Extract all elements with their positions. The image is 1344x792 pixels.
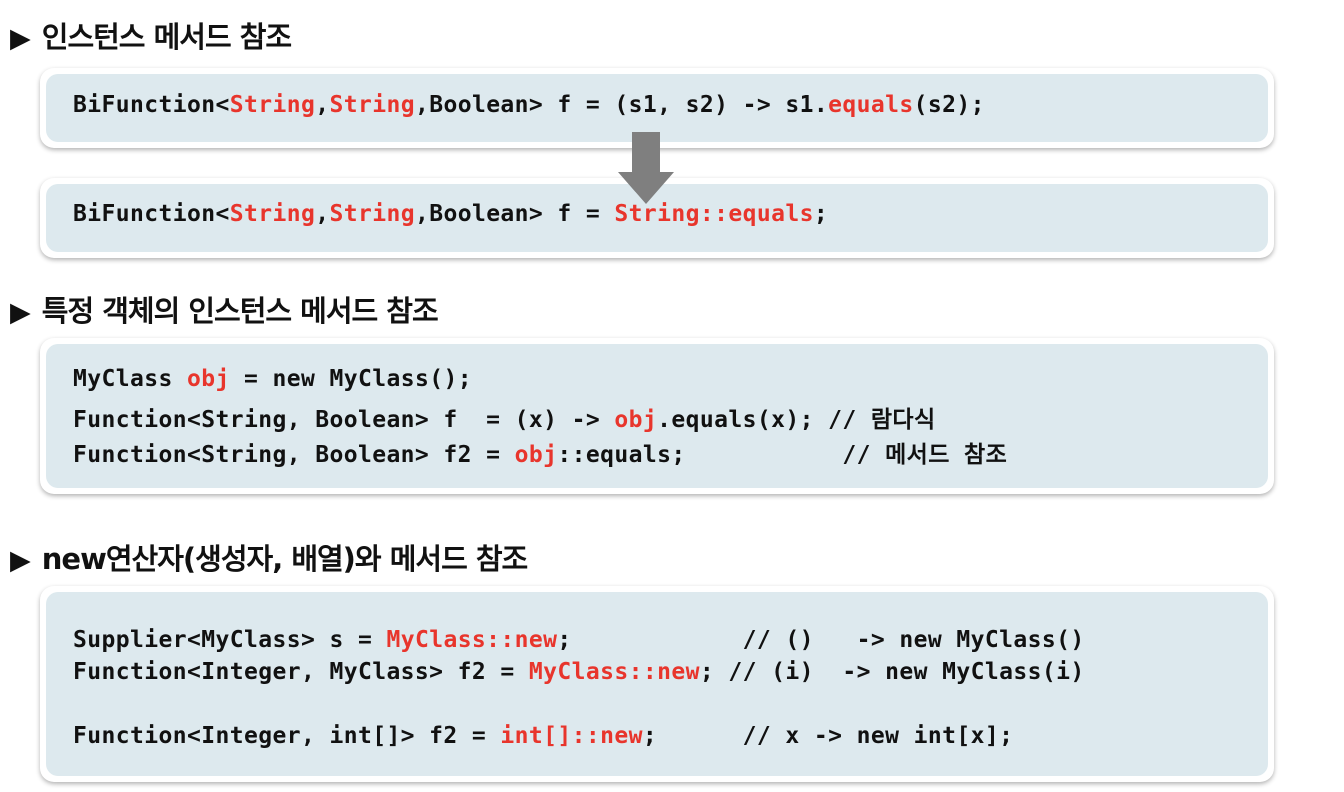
code-highlight: String [229, 201, 316, 227]
code-highlight: MyClass::new [528, 659, 700, 685]
code-text: , [315, 201, 330, 227]
code-comment: // x -> new int[x]; [742, 723, 1014, 749]
code-text: ,Boolean> f = (s1, s2) -> s1. [414, 92, 829, 118]
code-line-supplier: Supplier<MyClass> s = MyClass::new; // (… [73, 627, 1085, 653]
triangle-bullet-icon: ▶ [10, 297, 31, 328]
code-text: BiFunction< [73, 92, 230, 118]
code-line-function-new: Function<Integer, MyClass> f2 = MyClass:… [73, 659, 1085, 685]
code-text: .equals(x); [657, 407, 829, 433]
code-line-array-new: Function<Integer, int[]> f2 = int[]::new… [73, 723, 1013, 749]
section-title: new연산자(생성자, 배열)와 메서드 참조 [41, 542, 528, 576]
code-line-obj-decl: MyClass obj = new MyClass(); [73, 366, 472, 392]
code-text: Function<Integer, int[]> f2 = [73, 723, 501, 749]
code-text: ; [557, 627, 743, 653]
code-text: ; [642, 723, 743, 749]
code-line-lambda: BiFunction<String,String,Boolean> f = (s… [73, 92, 985, 118]
section-heading-2: ▶ 특정 객체의 인스턴스 메서드 참조 [10, 288, 439, 330]
code-highlight: String [329, 92, 415, 118]
code-highlight: String::equals [614, 201, 814, 227]
code-highlight: MyClass::new [386, 627, 558, 653]
code-text: Supplier<MyClass> s = [73, 627, 387, 653]
code-highlight: obj [186, 366, 230, 392]
code-comment: // 메서드 참조 [842, 442, 1008, 468]
section-title: 특정 객체의 인스턴스 메서드 참조 [41, 294, 439, 328]
triangle-bullet-icon: ▶ [10, 23, 31, 54]
code-text: ::equals; [557, 442, 843, 468]
triangle-bullet-icon: ▶ [10, 545, 31, 576]
code-text: (s2); [913, 92, 985, 118]
code-comment: // 람다식 [828, 407, 936, 433]
section-heading-1: ▶ 인스턴스 메서드 참조 [10, 14, 292, 56]
code-text: , [315, 92, 330, 118]
code-line-method-ref: BiFunction<String,String,Boolean> f = St… [73, 201, 828, 227]
code-text: ; [699, 659, 729, 685]
code-comment: // () -> new MyClass() [742, 627, 1085, 653]
code-comment: // (i) -> new MyClass(i) [728, 659, 1085, 685]
section-heading-3: ▶ new연산자(생성자, 배열)와 메서드 참조 [10, 536, 528, 578]
code-text: BiFunction< [73, 201, 230, 227]
code-text: Function<String, Boolean> f = (x) -> [73, 407, 615, 433]
code-highlight: equals [828, 92, 914, 118]
code-highlight: String [329, 201, 415, 227]
code-text: Function<Integer, MyClass> f2 = [73, 659, 529, 685]
code-text: ; [813, 201, 829, 227]
code-highlight: String [229, 92, 316, 118]
code-highlight: obj [514, 442, 558, 468]
code-text: ,Boolean> f = [414, 201, 615, 227]
code-line-obj-lambda: Function<String, Boolean> f = (x) -> obj… [73, 400, 936, 434]
code-text: MyClass [73, 366, 187, 392]
code-text: Function<String, Boolean> f2 = [73, 442, 515, 468]
code-highlight: obj [614, 407, 658, 433]
down-arrow-icon [618, 132, 674, 204]
code-highlight: int[]::new [500, 723, 643, 749]
code-text: = new MyClass(); [229, 366, 472, 392]
code-line-obj-ref: Function<String, Boolean> f2 = obj::equa… [73, 435, 1007, 469]
section-title: 인스턴스 메서드 참조 [41, 20, 292, 54]
